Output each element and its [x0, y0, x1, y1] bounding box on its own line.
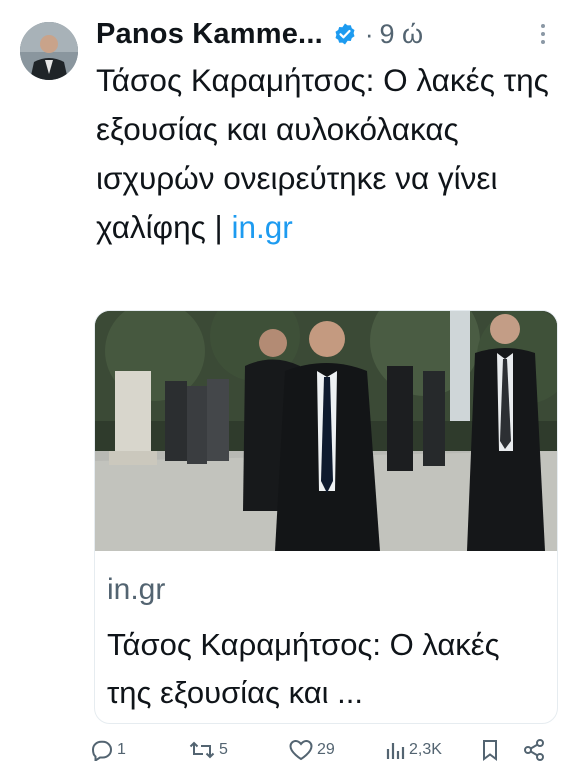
author-avatar[interactable]: [20, 22, 78, 80]
tweet-header: Panos Kamme... · 9 ώ: [96, 14, 556, 54]
like-button[interactable]: 29: [288, 732, 335, 768]
view-count: 2,3K: [409, 741, 442, 758]
card-domain: in.gr: [107, 573, 166, 606]
bookmark-button[interactable]: [480, 732, 500, 768]
more-options-icon[interactable]: [538, 18, 548, 50]
reply-icon: [90, 739, 114, 761]
repost-icon: [188, 739, 216, 761]
link-preview-card[interactable]: in.gr Τάσος Καραμήτσος: Ο λακές της εξου…: [94, 310, 558, 724]
tweet-timestamp[interactable]: 9 ώ: [380, 19, 424, 50]
card-image[interactable]: [95, 311, 557, 551]
repost-button[interactable]: 5: [188, 732, 228, 768]
tweet-action-bar: 1 5 29 2,3K: [90, 732, 560, 768]
like-count: 29: [317, 741, 335, 758]
verified-badge-icon: [333, 22, 357, 46]
share-button[interactable]: [522, 732, 546, 768]
like-icon: [288, 739, 314, 761]
tweet-link[interactable]: in.gr: [231, 209, 292, 245]
share-icon: [522, 738, 546, 762]
reply-count: 1: [117, 741, 126, 758]
author-name[interactable]: Panos Kamme...: [96, 18, 323, 51]
tweet-body: Τάσος Καραμήτσος: Ο λακές της εξουσίας κ…: [96, 62, 549, 245]
repost-count: 5: [219, 741, 228, 758]
views-icon: [384, 739, 406, 761]
reply-button[interactable]: 1: [90, 732, 126, 768]
bookmark-icon: [480, 738, 500, 762]
views-button[interactable]: 2,3K: [384, 732, 442, 768]
tweet-text: Τάσος Καραμήτσος: Ο λακές της εξουσίας κ…: [96, 56, 556, 252]
card-title[interactable]: Τάσος Καραμήτσος: Ο λακές της εξουσίας κ…: [107, 621, 547, 717]
header-separator: ·: [364, 18, 374, 49]
